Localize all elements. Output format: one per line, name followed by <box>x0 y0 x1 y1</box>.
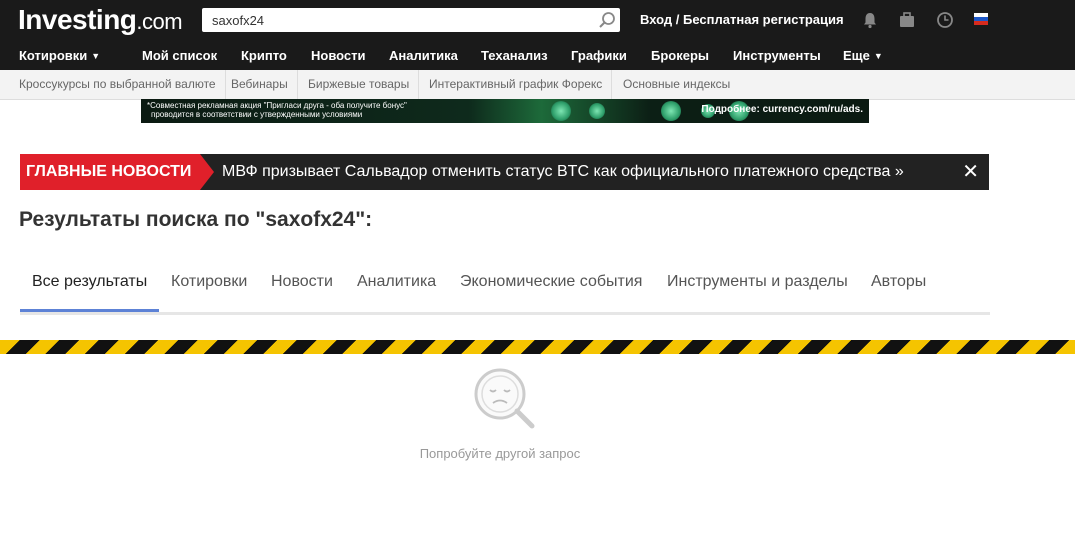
subnav-commodities[interactable]: Биржевые товары <box>299 70 420 99</box>
nav-charts[interactable]: Графики <box>571 48 627 63</box>
nav-news[interactable]: Новости <box>311 48 366 63</box>
breaking-headline[interactable]: МВФ призывает Сальвадор отменить статус … <box>222 154 904 190</box>
breaking-arrow <box>200 154 214 190</box>
tab-authors[interactable]: Авторы <box>859 262 938 309</box>
ad-disclaimer: *Совместная рекламная акция "Пригласи др… <box>147 101 407 119</box>
tab-news[interactable]: Новости <box>259 262 345 309</box>
portfolio-icon[interactable] <box>898 11 916 29</box>
ad-line-2: проводится в соответствии с утвержденным… <box>151 110 363 119</box>
page-title: Результаты поиска по "saxofx24": <box>19 208 373 231</box>
coin-image <box>661 101 681 121</box>
coin-image <box>589 103 605 119</box>
main-navigation: Котировки ▼ Мой список Крипто Новости Ана… <box>0 40 1075 70</box>
empty-state-message: Попробуйте другой запрос <box>419 446 581 461</box>
bell-icon[interactable] <box>861 11 879 29</box>
nav-more[interactable]: Еще ▼ <box>843 48 883 63</box>
nav-analytics[interactable]: Аналитика <box>389 48 458 63</box>
nav-brokers[interactable]: Брокеры <box>651 48 709 63</box>
breaking-news-bar: ГЛАВНЫЕ НОВОСТИ МВФ призывает Сальвадор … <box>20 154 989 190</box>
top-header: Investing.com Вход / Бесплатная регистра… <box>0 0 1075 40</box>
sub-navigation: Кроссукурсы по выбранной валюте Вебинары… <box>0 70 1075 100</box>
ad-cta: Подробнее: currency.com/ru/ads. <box>701 104 863 115</box>
auth-separator: / <box>675 12 680 27</box>
nav-quotes-label: Котировки <box>19 48 88 63</box>
login-link[interactable]: Вход <box>640 12 672 27</box>
search-icon[interactable] <box>598 11 616 29</box>
hazard-stripe <box>0 340 1075 354</box>
ad-banner[interactable]: *Совместная рекламная акция "Пригласи др… <box>141 99 869 123</box>
nav-tools[interactable]: Инструменты <box>733 48 821 63</box>
chevron-down-icon: ▼ <box>91 51 101 61</box>
nav-more-label: Еще <box>843 48 870 63</box>
search-input[interactable] <box>202 8 592 32</box>
tab-analytics[interactable]: Аналитика <box>345 262 448 309</box>
tab-tools-sections[interactable]: Инструменты и разделы <box>655 262 860 309</box>
subnav-webinars[interactable]: Вебинары <box>222 70 298 99</box>
ad-line-1: *Совместная рекламная акция "Пригласи др… <box>147 101 407 110</box>
nav-quotes[interactable]: Котировки ▼ <box>19 48 100 63</box>
russia-flag-icon[interactable] <box>974 13 988 25</box>
subnav-major-indices[interactable]: Основные индексы <box>614 70 739 99</box>
clock-icon[interactable] <box>936 11 954 29</box>
tab-quotes[interactable]: Котировки <box>159 262 259 309</box>
breaking-news-label: ГЛАВНЫЕ НОВОСТИ <box>20 154 200 190</box>
register-link[interactable]: Бесплатная регистрация <box>683 12 844 27</box>
subnav-cross-rates[interactable]: Кроссукурсы по выбранной валюте <box>10 70 226 99</box>
logo-suffix: .com <box>136 9 183 34</box>
auth-links: Вход / Бесплатная регистрация <box>640 12 844 27</box>
results-tabs: Все результаты Котировки Новости Аналити… <box>20 262 990 315</box>
subnav-forex-chart[interactable]: Интерактивный график Форекс <box>420 70 613 99</box>
nav-crypto[interactable]: Крипто <box>241 48 287 63</box>
site-logo[interactable]: Investing.com <box>18 4 183 38</box>
coin-image <box>551 101 571 121</box>
search-box <box>202 8 620 32</box>
tab-economic-events[interactable]: Экономические события <box>448 262 654 309</box>
logo-main: Investing <box>18 4 137 35</box>
chevron-down-icon: ▼ <box>873 51 883 61</box>
sad-search-icon <box>474 368 535 429</box>
tab-all-results[interactable]: Все результаты <box>20 262 160 312</box>
nav-watchlist[interactable]: Мой список <box>142 48 217 63</box>
nav-technical[interactable]: Теханализ <box>481 48 548 63</box>
close-icon[interactable]: ✕ <box>962 154 979 190</box>
